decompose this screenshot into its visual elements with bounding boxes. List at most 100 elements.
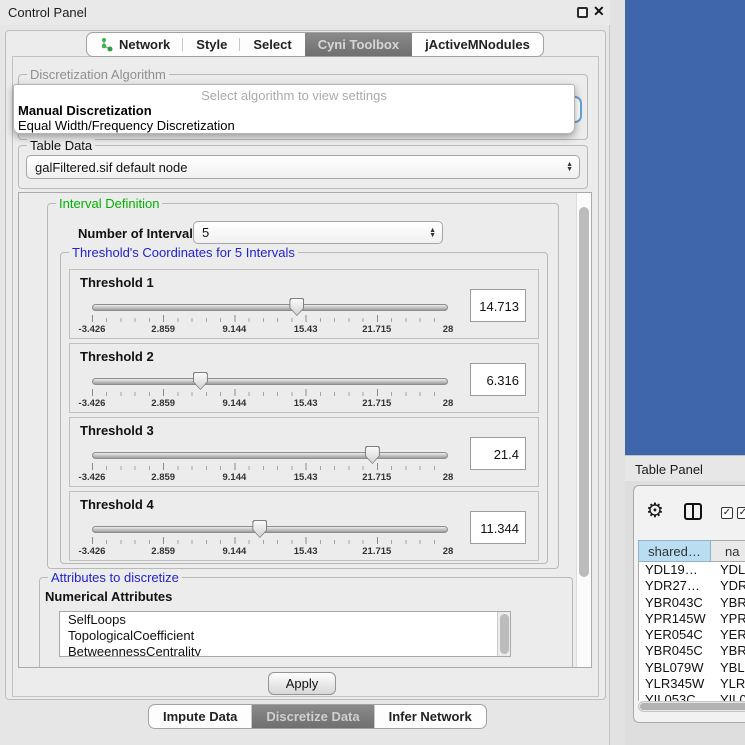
threshold-3-value-field[interactable]: 21.4 <box>470 437 526 470</box>
slider-ticks <box>92 315 448 323</box>
split-columns-icon[interactable] <box>684 503 702 520</box>
slider-tick-labels: -3.426 2.859 9.144 15.43 21.715 28 <box>92 398 448 408</box>
control-panel-title: Control Panel <box>8 5 87 20</box>
settings-scrollbar[interactable] <box>576 193 591 667</box>
bottom-tabbar: Impute Data Discretize Data Infer Networ… <box>148 704 487 729</box>
slider-tick-labels: -3.426 2.859 9.144 15.43 21.715 28 <box>92 472 448 482</box>
gear-icon[interactable]: ⚙ <box>646 498 664 523</box>
threshold-1-label: Threshold 1 <box>80 275 154 290</box>
table-row[interactable]: YLR345WYLR3 <box>639 676 745 692</box>
tab-impute-data[interactable]: Impute Data <box>149 705 252 728</box>
algorithm-group-title: Discretization Algorithm <box>27 67 169 82</box>
threshold-coordinates-title: Threshold's Coordinates for 5 Intervals <box>69 245 298 260</box>
table-row[interactable]: YPR145WYPR1 <box>639 611 745 627</box>
table-data-group-title: Table Data <box>27 138 95 153</box>
threshold-2-slider-thumb[interactable] <box>193 372 208 390</box>
threshold-1-panel: Threshold 1 -3.426 2.859 9.144 15.43 21.… <box>69 269 539 339</box>
table-panel-inner: ⚙ ✓ ✓ shared… na YDL19…YDL1 YDR27…YDR2 Y… <box>633 485 745 723</box>
node-table: shared… na YDL19…YDL1 YDR27…YDR2 YBR043C… <box>638 540 745 701</box>
slider-track[interactable] <box>92 526 448 533</box>
threshold-3-slider-thumb[interactable] <box>365 446 380 464</box>
interval-definition-title: Interval Definition <box>56 196 162 211</box>
control-panel-tabbar: Network Style Select Cyni Toolbox jActiv… <box>86 32 544 57</box>
threshold-2-value-field[interactable]: 6.316 <box>470 363 526 396</box>
slider-ticks <box>92 537 448 545</box>
slider-track[interactable] <box>92 378 448 385</box>
interval-definition-groupbox: Interval Definition Number of Intervals … <box>47 203 559 569</box>
threshold-4-label: Threshold 4 <box>80 497 154 512</box>
numerical-attributes-list[interactable]: SelfLoops TopologicalCoefficient Between… <box>59 611 511 657</box>
control-panel-window: Control Panel ✕ Network Style Select Cyn… <box>0 0 610 745</box>
float-window-icon[interactable] <box>577 7 588 18</box>
table-row[interactable]: YBR045CYBR0 <box>639 643 745 659</box>
tab-jactivemnodules[interactable]: jActiveMNodules <box>412 33 543 56</box>
slider-tick-labels: -3.426 2.859 9.144 15.43 21.715 28 <box>92 324 448 334</box>
slider-track[interactable] <box>92 304 448 311</box>
dropdown-prompt-item[interactable]: Select algorithm to view settings <box>14 88 574 103</box>
table-data-selected-value: galFiltered.sif default node <box>35 160 187 175</box>
tab-infer-network[interactable]: Infer Network <box>375 705 486 728</box>
combo-arrows-icon: ▲▼ <box>429 228 436 238</box>
threshold-3-slider[interactable]: -3.426 2.859 9.144 15.43 21.715 28 <box>92 446 448 480</box>
slider-tick-labels: -3.426 2.859 9.144 15.43 21.715 28 <box>92 546 448 556</box>
slider-track[interactable] <box>92 452 448 459</box>
table-panel-header: Table Panel <box>625 455 745 481</box>
settings-scrollbar-thumb[interactable] <box>579 207 589 577</box>
slider-ticks <box>92 463 448 471</box>
threshold-1-slider[interactable]: -3.426 2.859 9.144 15.43 21.715 28 <box>92 298 448 332</box>
threshold-3-label: Threshold 3 <box>80 423 154 438</box>
table-data-combobox[interactable]: galFiltered.sif default node ▲▼ <box>26 155 580 179</box>
table-row[interactable]: YDR27…YDR2 <box>639 578 745 594</box>
threshold-4-slider[interactable]: -3.426 2.859 9.144 15.43 21.715 28 <box>92 520 448 554</box>
combo-arrows-icon: ▲▼ <box>566 162 573 172</box>
control-panel-titlebar: Control Panel ✕ <box>0 0 610 25</box>
list-scrollbar[interactable] <box>497 612 510 656</box>
tab-network[interactable]: Network <box>87 33 183 56</box>
threshold-1-value-field[interactable]: 14.713 <box>470 289 526 322</box>
tab-cyni-toolbox[interactable]: Cyni Toolbox <box>305 33 412 56</box>
network-icon <box>100 37 114 52</box>
threshold-3-panel: Threshold 3 -3.426 2.859 9.144 15.43 21.… <box>69 417 539 487</box>
table-horizontal-scrollbar-thumb[interactable] <box>640 703 745 710</box>
slider-ticks <box>92 389 448 397</box>
table-panel-title: Table Panel <box>635 462 703 477</box>
checkbox-icon[interactable]: ✓ <box>721 507 733 519</box>
tab-network-label: Network <box>119 37 170 52</box>
table-row[interactable]: YDL19…YDL1 <box>639 562 745 578</box>
number-of-intervals-value: 5 <box>202 225 209 240</box>
threshold-4-slider-thumb[interactable] <box>252 520 267 538</box>
threshold-1-slider-thumb[interactable] <box>289 298 304 316</box>
table-row[interactable]: YBR043CYBR0 <box>639 595 745 611</box>
checkbox-icon[interactable]: ✓ <box>737 507 745 519</box>
threshold-coordinates-groupbox: Threshold's Coordinates for 5 Intervals … <box>60 252 548 564</box>
threshold-2-slider[interactable]: -3.426 2.859 9.144 15.43 21.715 28 <box>92 372 448 406</box>
list-item[interactable]: SelfLoops <box>60 612 510 628</box>
list-item[interactable]: TopologicalCoefficient <box>60 628 510 644</box>
number-of-intervals-label: Number of Intervals <box>78 226 200 241</box>
numerical-attributes-label: Numerical Attributes <box>45 589 172 604</box>
tab-style[interactable]: Style <box>183 33 240 56</box>
table-panel-body: ⚙ ✓ ✓ shared… na YDL19…YDL1 YDR27…YDR2 Y… <box>625 481 745 745</box>
threshold-4-value-field[interactable]: 11.344 <box>470 511 526 544</box>
network-desktop: GAL80 G. C GAL11 GAL4 GCY1 H HAP2 <box>625 0 745 455</box>
tab-discretize-data[interactable]: Discretize Data <box>252 705 374 728</box>
number-of-intervals-combobox[interactable]: 5 ▲▼ <box>193 221 443 244</box>
threshold-2-label: Threshold 2 <box>80 349 154 364</box>
dropdown-item-equal-width-frequency[interactable]: Equal Width/Frequency Discretization <box>18 118 235 133</box>
table-header-row: shared… na <box>638 540 745 562</box>
dropdown-item-manual-discretization[interactable]: Manual Discretization <box>18 103 152 118</box>
table-row[interactable]: YBL079WYBL0 <box>639 660 745 676</box>
column-header-name[interactable]: na <box>711 540 745 562</box>
panel-splitter[interactable] <box>610 0 625 745</box>
threshold-4-panel: Threshold 4 -3.426 2.859 9.144 15.43 21.… <box>69 491 539 561</box>
table-row[interactable]: YER054CYER0 <box>639 627 745 643</box>
algorithm-dropdown-popup: Select algorithm to view settings Manual… <box>13 84 575 134</box>
column-header-shared-name[interactable]: shared… <box>638 540 711 562</box>
table-horizontal-scrollbar[interactable] <box>638 701 745 712</box>
close-icon[interactable]: ✕ <box>593 3 605 20</box>
settings-scrollpane: Interval Definition Number of Intervals … <box>18 192 592 668</box>
tab-select[interactable]: Select <box>240 33 304 56</box>
list-item[interactable]: BetweennessCentrality <box>60 644 510 657</box>
apply-button[interactable]: Apply <box>268 672 336 695</box>
attributes-group-title: Attributes to discretize <box>48 570 182 585</box>
